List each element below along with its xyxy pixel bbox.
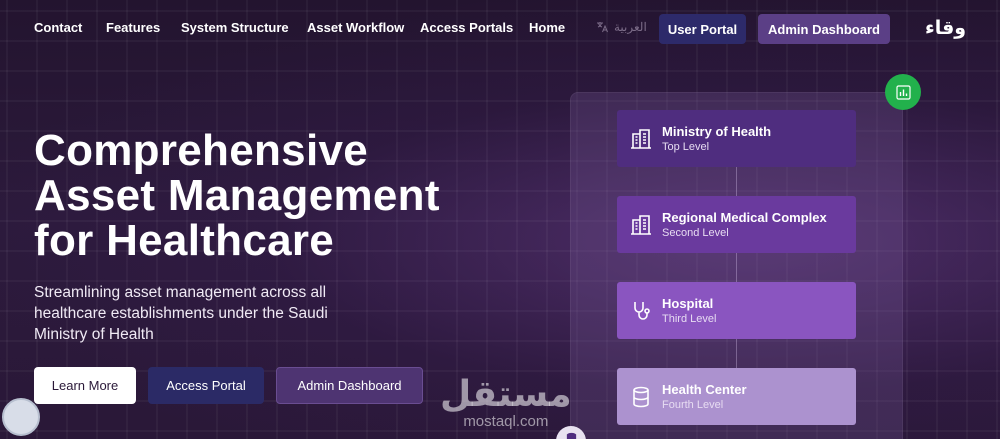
level-subtitle: Fourth Level [662, 398, 724, 411]
nav-link-access-portals[interactable]: Access Portals [420, 20, 513, 35]
building-icon [631, 214, 651, 235]
connector-line [736, 166, 737, 196]
level-subtitle: Third Level [662, 312, 717, 325]
hero-title-line-2: Asset Management [34, 171, 440, 220]
watermark-arabic: مستقل [440, 374, 572, 415]
connector-line [736, 338, 737, 368]
nav-link-home[interactable]: Home [529, 20, 565, 35]
level-card-hospital: Hospital Third Level [617, 282, 856, 339]
hero-admin-dashboard-button[interactable]: Admin Dashboard [276, 367, 423, 404]
nav-link-contact[interactable]: Contact [34, 20, 82, 35]
watermark-latin: mostaql.com [463, 413, 549, 430]
level-name: Health Center [662, 381, 747, 397]
language-switch[interactable]: العربية [596, 20, 647, 34]
building-icon [631, 128, 651, 149]
level-name: Hospital [662, 295, 714, 311]
level-card-regional-complex: Regional Medical Complex Second Level [617, 196, 856, 253]
level-subtitle: Second Level [662, 226, 729, 239]
nav-link-features[interactable]: Features [106, 20, 160, 35]
brand-logo[interactable]: وقاء [925, 17, 966, 39]
top-navigation: Contact Features System Structure Asset … [0, 0, 1000, 58]
hero-title: Comprehensive Asset Management for Healt… [34, 128, 534, 263]
database-icon [633, 386, 649, 407]
hero-title-line-1: Comprehensive [34, 126, 369, 175]
access-portal-button[interactable]: Access Portal [148, 367, 264, 404]
level-name: Regional Medical Complex [662, 209, 827, 225]
bar-chart-icon [895, 84, 911, 100]
mostaql-watermark: مستقل mostaql.com [440, 376, 572, 430]
level-subtitle: Top Level [662, 140, 710, 153]
analytics-badge[interactable] [885, 74, 921, 110]
stethoscope-icon [634, 301, 650, 320]
learn-more-button[interactable]: Learn More [34, 367, 136, 404]
user-portal-button[interactable]: User Portal [659, 14, 746, 44]
language-label: العربية [614, 20, 647, 34]
nav-link-system-structure[interactable]: System Structure [181, 20, 289, 35]
nav-link-asset-workflow[interactable]: Asset Workflow [307, 20, 404, 35]
connector-line [736, 252, 737, 282]
level-name: Ministry of Health [662, 123, 772, 139]
level-card-ministry: Ministry of Health Top Level [617, 110, 856, 167]
admin-dashboard-button[interactable]: Admin Dashboard [758, 14, 890, 44]
hero-subtitle: Streamlining asset management across all… [34, 284, 328, 343]
hero-title-line-3: for Healthcare [34, 216, 335, 265]
database-icon [566, 432, 576, 439]
translate-icon [597, 22, 608, 33]
level-card-health-center: Health Center Fourth Level [617, 368, 856, 425]
ministry-seal-icon [2, 398, 40, 436]
